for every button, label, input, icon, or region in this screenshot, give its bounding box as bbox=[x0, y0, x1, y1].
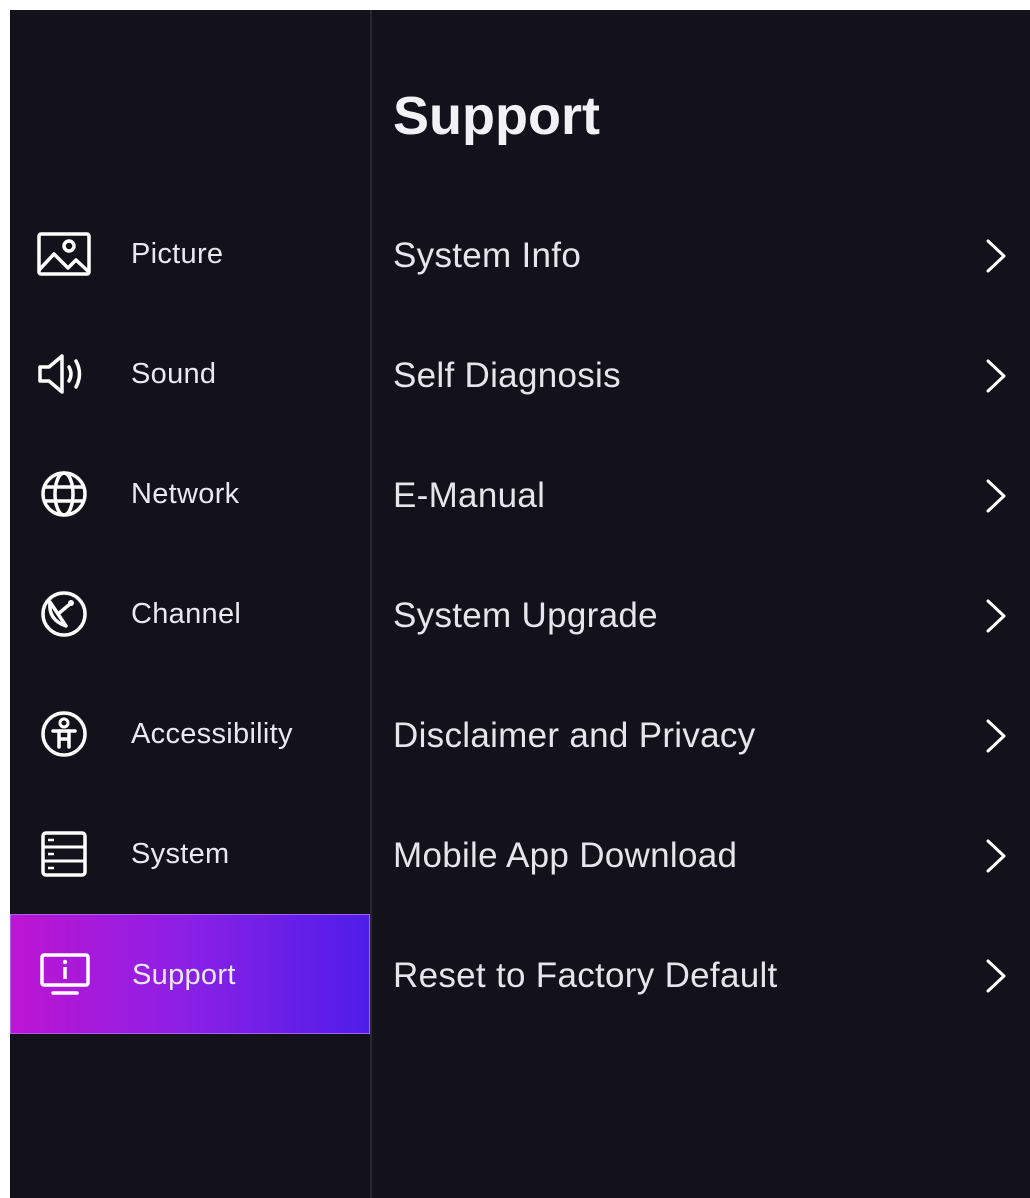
globe-icon bbox=[36, 470, 92, 518]
menu-item-label: System Info bbox=[393, 236, 582, 275]
menu-item-system-info[interactable]: System Info bbox=[372, 196, 1030, 316]
sidebar-item-accessibility[interactable]: Accessibility bbox=[10, 674, 370, 794]
menu-item-e-manual[interactable]: E-Manual bbox=[372, 436, 1030, 556]
chevron-right-icon bbox=[980, 718, 1010, 754]
sidebar-item-support[interactable]: Support bbox=[10, 914, 370, 1034]
speaker-icon bbox=[36, 350, 92, 398]
menu-item-mobile-app-download[interactable]: Mobile App Download bbox=[372, 796, 1030, 916]
sidebar-item-label: Support bbox=[132, 959, 236, 991]
sidebar-item-channel[interactable]: Channel bbox=[10, 554, 370, 674]
menu-item-reset-factory-default[interactable]: Reset to Factory Default bbox=[372, 916, 1030, 1036]
sidebar-item-label: Sound bbox=[131, 358, 217, 390]
menu-item-label: Self Diagnosis bbox=[393, 356, 621, 395]
sidebar-item-label: Network bbox=[131, 478, 240, 510]
menu-item-self-diagnosis[interactable]: Self Diagnosis bbox=[372, 316, 1030, 436]
settings-sidebar: Picture Sound Network Channel Accessibil… bbox=[10, 10, 370, 1198]
menu-item-label: Mobile App Download bbox=[393, 836, 738, 875]
sidebar-item-label: Channel bbox=[131, 598, 242, 630]
menu-item-label: E-Manual bbox=[393, 476, 546, 515]
sidebar-item-network[interactable]: Network bbox=[10, 434, 370, 554]
page-title: Support bbox=[393, 86, 600, 146]
menu-item-disclaimer-privacy[interactable]: Disclaimer and Privacy bbox=[372, 676, 1030, 796]
sidebar-item-label: Accessibility bbox=[131, 718, 293, 750]
chevron-right-icon bbox=[980, 238, 1010, 274]
satellite-dish-icon bbox=[36, 590, 92, 638]
sidebar-item-label: Picture bbox=[131, 238, 224, 270]
chevron-right-icon bbox=[980, 478, 1010, 514]
sidebar-item-system[interactable]: System bbox=[10, 794, 370, 914]
system-list-icon bbox=[36, 830, 92, 878]
sidebar-item-picture[interactable]: Picture bbox=[10, 194, 370, 314]
info-monitor-icon bbox=[37, 951, 93, 999]
settings-screen: Picture Sound Network Channel Accessibil… bbox=[10, 10, 1030, 1198]
chevron-right-icon bbox=[980, 358, 1010, 394]
accessibility-icon bbox=[36, 710, 92, 758]
menu-item-label: Disclaimer and Privacy bbox=[393, 716, 756, 755]
menu-item-label: Reset to Factory Default bbox=[393, 956, 778, 995]
chevron-right-icon bbox=[980, 958, 1010, 994]
menu-item-system-upgrade[interactable]: System Upgrade bbox=[372, 556, 1030, 676]
picture-icon bbox=[36, 230, 92, 278]
chevron-right-icon bbox=[980, 598, 1010, 634]
menu-item-label: System Upgrade bbox=[393, 596, 658, 635]
sidebar-item-sound[interactable]: Sound bbox=[10, 314, 370, 434]
sidebar-item-label: System bbox=[131, 838, 230, 870]
chevron-right-icon bbox=[980, 838, 1010, 874]
